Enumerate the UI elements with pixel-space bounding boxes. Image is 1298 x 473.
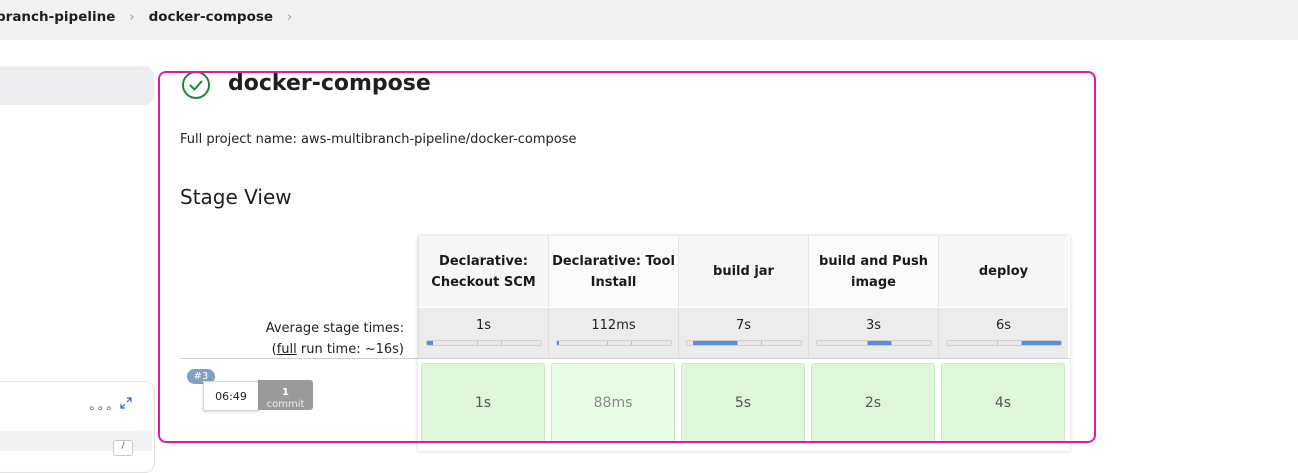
full-project-name-value: aws-multibranch-pipeline/docker-compose xyxy=(301,132,577,147)
stage-header-deploy: deploy xyxy=(938,236,1068,307)
row-divider xyxy=(180,358,1070,359)
build-time: 06:49 xyxy=(203,381,259,411)
avg-progress-bar xyxy=(946,340,1062,346)
stage-cell-build-push-image[interactable]: 2s xyxy=(811,363,935,443)
chevron-right-icon[interactable]: › xyxy=(129,10,134,25)
avg-time-cell: 3s xyxy=(808,308,938,359)
average-label: Average stage times: xyxy=(265,321,404,336)
commits-label: commit xyxy=(266,399,305,410)
breadcrumb-bar: branch-pipeline › docker-compose › xyxy=(0,0,1298,40)
stage-header-build-jar: build jar xyxy=(678,236,808,307)
avg-time-value: 6s xyxy=(995,318,1012,333)
stage-cell-deploy[interactable]: 4s xyxy=(941,363,1065,443)
avg-time-cell: 7s xyxy=(678,308,808,359)
avg-time-value: 3s xyxy=(865,318,882,333)
stage-cell-build-jar[interactable]: 5s xyxy=(681,363,805,443)
avg-time-value: 7s xyxy=(735,318,752,333)
stage-cell-tool-install[interactable]: 88ms xyxy=(551,363,675,443)
avg-progress-bar xyxy=(426,340,542,346)
check-circle-icon xyxy=(182,71,210,99)
build-history-panel xyxy=(0,381,155,473)
avg-progress-bar xyxy=(816,340,932,346)
stage-header-checkout-scm: Declarative: Checkout SCM xyxy=(418,236,548,307)
breadcrumb-item-job[interactable]: docker-compose xyxy=(149,9,273,25)
page-title: docker-compose xyxy=(228,71,431,96)
full-project-name: Full project name: aws-multibranch-pipel… xyxy=(180,132,577,147)
breadcrumb-item-pipeline[interactable]: branch-pipeline xyxy=(0,9,115,25)
stage-cell-checkout-scm[interactable]: 1s xyxy=(421,363,545,443)
expand-icon[interactable] xyxy=(120,397,132,409)
build-history-chip[interactable]: / xyxy=(113,440,133,456)
stage-view-heading: Stage View xyxy=(180,185,292,209)
avg-progress-bar xyxy=(686,340,802,346)
chevron-right-icon[interactable]: › xyxy=(287,10,292,25)
full-run-time: (full run time: ~16s) xyxy=(271,342,404,357)
commits-count: 1 xyxy=(282,387,289,398)
breadcrumb: branch-pipeline › docker-compose › xyxy=(0,9,306,25)
avg-progress-bar xyxy=(556,340,672,346)
average-stage-times-label: Average stage times: (full run time: ~16… xyxy=(230,318,404,360)
sidebar-item-active[interactable] xyxy=(0,66,154,105)
commits-badge[interactable]: 1 commit xyxy=(258,380,313,410)
full-project-name-label: Full project name: xyxy=(180,132,297,147)
avg-time-cell: 112ms xyxy=(548,308,678,359)
stage-header-tool-install: Declarative: Tool Install xyxy=(548,236,678,307)
full-run-link[interactable]: full xyxy=(277,342,297,357)
more-options-icon[interactable]: ∘∘∘ xyxy=(88,401,114,415)
stage-header-build-push-image: build and Push image xyxy=(808,236,938,307)
avg-time-cell: 6s xyxy=(938,308,1068,359)
avg-time-cell: 1s xyxy=(418,308,548,359)
avg-time-value: 1s xyxy=(475,318,492,333)
avg-time-value: 112ms xyxy=(591,318,636,333)
